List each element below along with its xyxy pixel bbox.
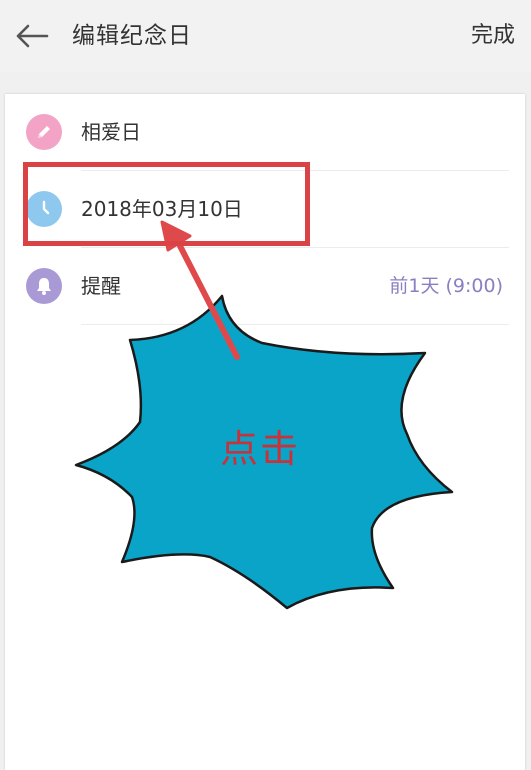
top-bar: 编辑纪念日 完成 [0,0,531,72]
reminder-value: 前1天 (9:00) [389,275,503,297]
reminder-label: 提醒 [81,274,121,298]
done-button[interactable]: 完成 [471,18,515,54]
clock-icon [26,191,62,227]
bell-icon [26,268,62,304]
name-row[interactable]: 相爱日 [5,94,525,170]
anniversary-name: 相爱日 [81,120,141,144]
back-button[interactable] [10,18,54,54]
page-title: 编辑纪念日 [72,23,192,49]
pencil-icon [26,114,62,150]
date-row[interactable]: 2018年03月10日 [5,171,525,247]
reminder-row[interactable]: 提醒 前1天 (9:00) [5,248,525,324]
arrow-left-icon [16,24,49,48]
anniversary-form-card: 相爱日 2018年03月10日 提醒 前1天 (9:00) [5,94,525,770]
anniversary-date: 2018年03月10日 [81,197,243,221]
divider [81,324,509,325]
